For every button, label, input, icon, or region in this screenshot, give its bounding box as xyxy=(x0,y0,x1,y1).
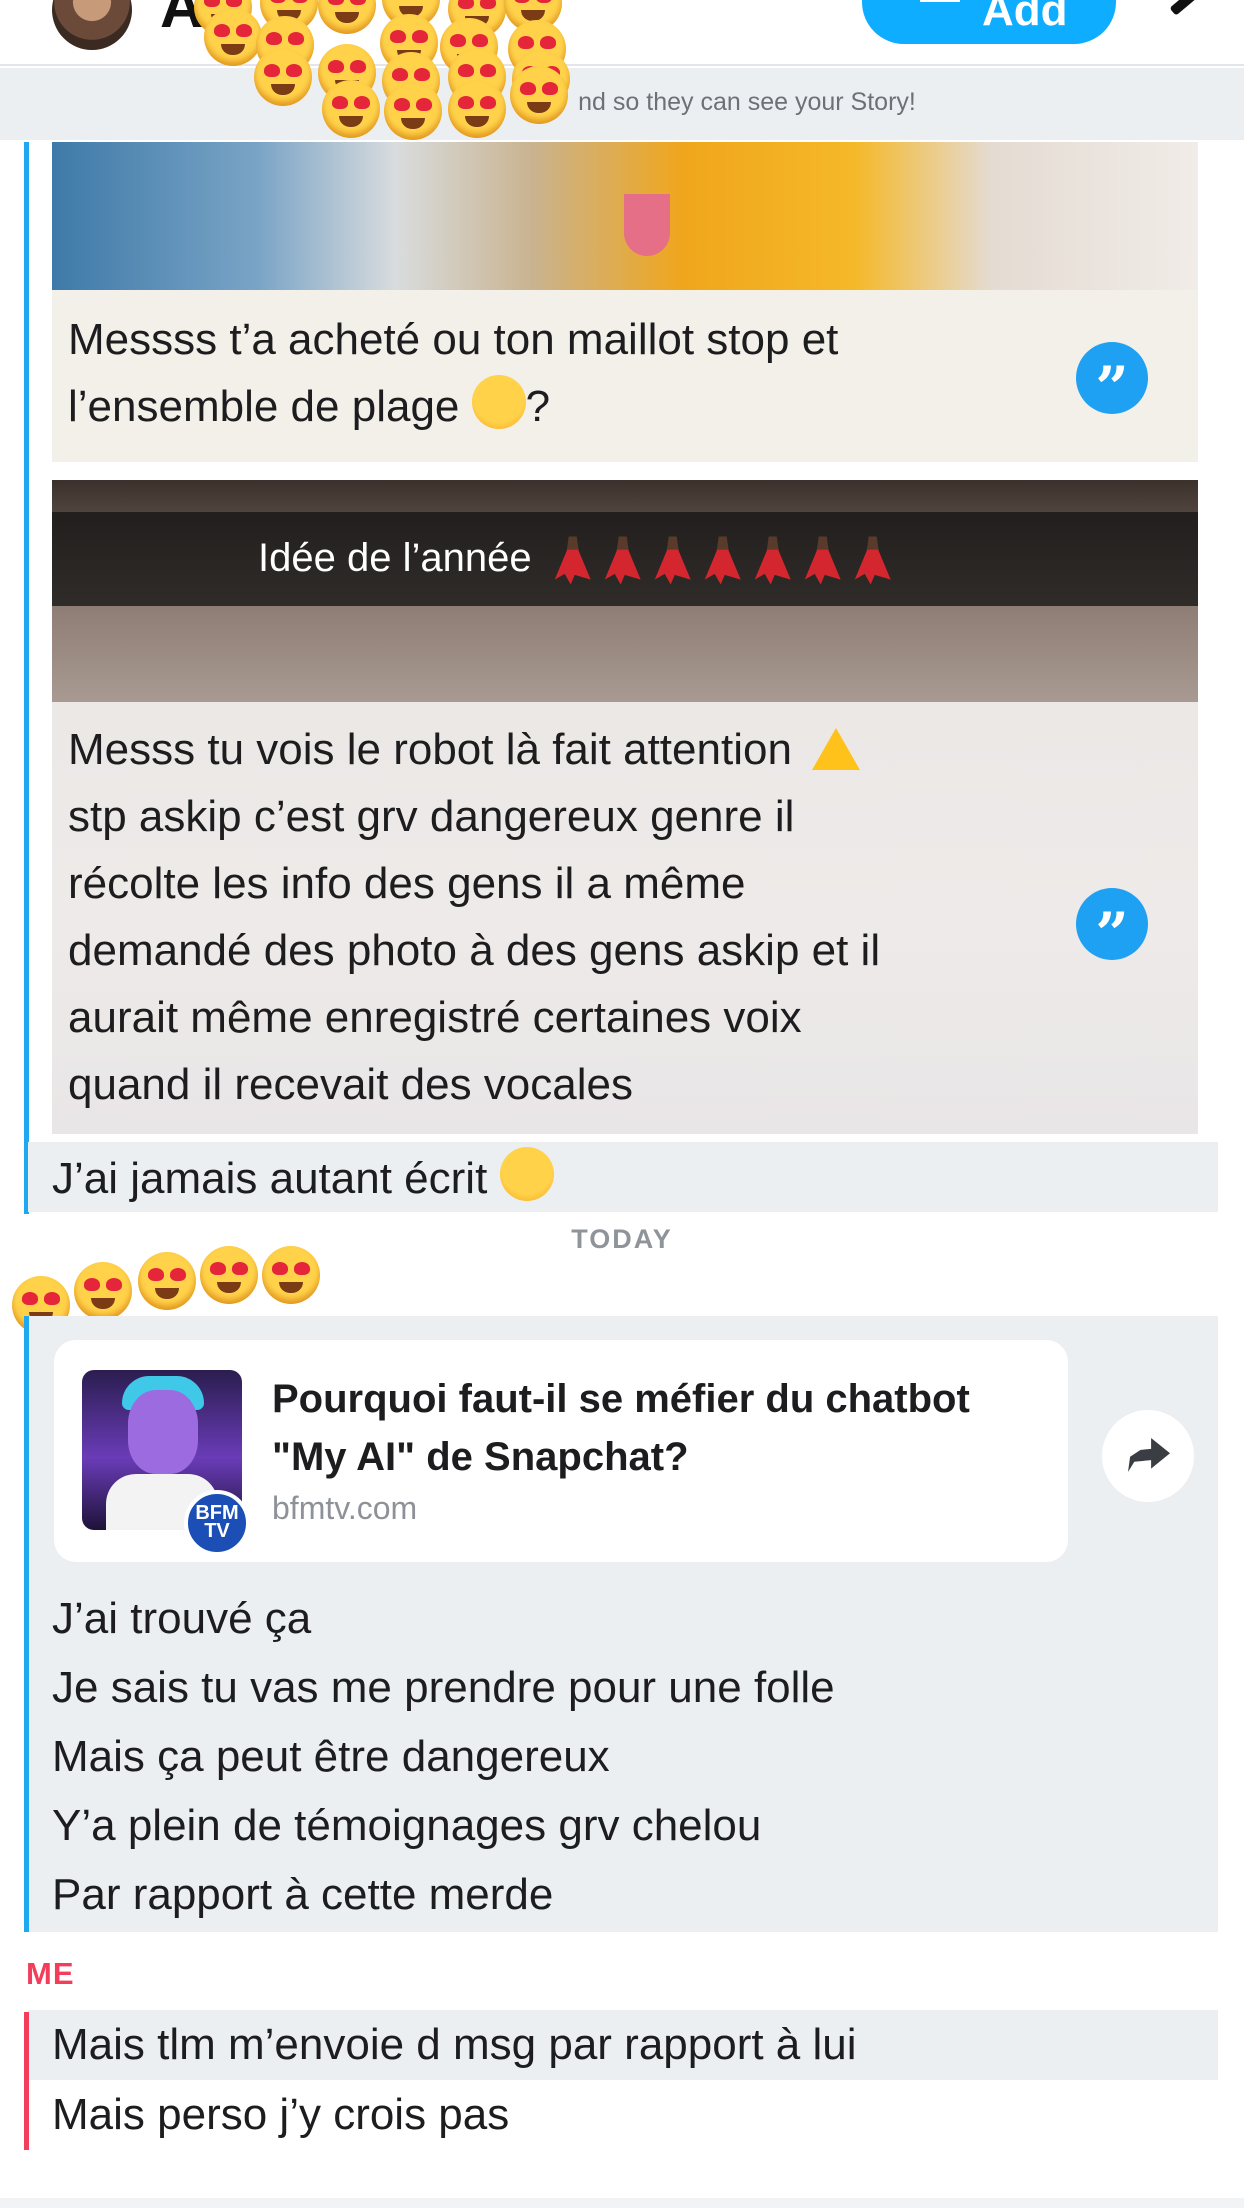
avatar[interactable] xyxy=(52,0,132,50)
me-message: Mais tlm m’envoie d msg par rapport à lu… xyxy=(52,2020,857,2069)
quote-reply-icon[interactable]: ” xyxy=(1076,342,1148,422)
heart-eyes-emoji xyxy=(200,1246,258,1304)
edit-icon[interactable] xyxy=(1169,0,1207,16)
friend-sender-bar xyxy=(24,142,29,1214)
pleading-face-emoji xyxy=(471,375,526,429)
add-friend-icon xyxy=(920,0,960,2)
story-reply-1-line-1: Messss t’a acheté ou ton maillot stop et xyxy=(68,315,839,364)
dancer-emoji xyxy=(804,536,841,585)
quote-reply-icon[interactable]: ” xyxy=(1076,888,1148,968)
story-reply-1-line-2: l’ensemble de plage xyxy=(68,382,460,431)
bottom-edge xyxy=(0,2198,1244,2208)
story-reply-1-text: Messss t’a acheté ou ton maillot stop et… xyxy=(68,306,1068,440)
friend-message: Je sais tu vas me prendre pour une folle xyxy=(52,1663,835,1712)
story-reply-2-line-1-wrap: Messs tu vois le robot là fait attention xyxy=(68,716,1068,783)
friend-sender-bar xyxy=(24,1316,29,1932)
heart-eyes-emoji xyxy=(204,8,262,66)
bfm-badge: BFM TV xyxy=(184,1490,250,1556)
dancer-emoji xyxy=(654,536,691,585)
link-domain: bfmtv.com xyxy=(272,1490,418,1526)
link-title: Pourquoi faut-il se méfier du chatbot "M… xyxy=(272,1370,1032,1486)
heart-eyes-emoji xyxy=(510,66,568,124)
story-reply-2-line-5: aurait même enregistré certaines voix xyxy=(68,993,802,1042)
story-caption-text: Idée de l’année xyxy=(258,536,532,580)
story-reply-2-line-6: quand il recevait des vocales xyxy=(68,1060,633,1109)
heart-eyes-emoji xyxy=(262,1246,320,1304)
story-thumbnail[interactable] xyxy=(52,142,1198,290)
me-message: Mais perso j’y crois pas xyxy=(52,2090,510,2139)
story-reply-2-line-3: récolte les info des gens il a même xyxy=(68,859,746,908)
friend-message: J’ai trouvé ça xyxy=(52,1594,312,1643)
story-reply-2[interactable]: Messs tu vois le robot là fait attention… xyxy=(52,702,1198,1134)
dancer-emoji xyxy=(854,536,891,585)
friend-message: Par rapport à cette merde xyxy=(52,1870,554,1919)
dancer-emoji xyxy=(604,536,641,585)
heart-eyes-emoji xyxy=(138,1252,196,1310)
day-separator: TODAY xyxy=(571,1224,673,1254)
story-photo-detail xyxy=(624,194,670,256)
friend-message-1-text: J’ai jamais autant écrit xyxy=(52,1154,488,1203)
story-reply-1[interactable]: Messss t’a acheté ou ton maillot stop et… xyxy=(52,290,1198,462)
story-thumbnail-2[interactable]: Idée de l’année xyxy=(52,480,1198,702)
warning-icon xyxy=(812,728,861,770)
dancer-emoji xyxy=(754,536,791,585)
story-reply-2-line-1: Messs tu vois le robot là fait attention xyxy=(68,725,792,774)
link-title-line-2: "My AI" de Snapchat? xyxy=(272,1435,689,1479)
friend-message: Y’a plein de témoignages grv chelou xyxy=(52,1801,762,1850)
thumbnail-head xyxy=(128,1390,198,1474)
me-sender-bar xyxy=(24,2012,29,2150)
add-friend-button[interactable]: Add xyxy=(862,0,1116,44)
share-icon[interactable] xyxy=(1102,1410,1194,1502)
story-reply-1-suffix: ? xyxy=(525,382,551,431)
heart-eyes-emoji xyxy=(448,80,506,138)
story-reply-1-line-2-wrap: l’ensemble de plage ? xyxy=(68,373,1068,440)
dancer-emoji xyxy=(554,536,591,585)
story-reply-2-line-2: stp askip c’est grv dangereux genre il xyxy=(68,792,795,841)
heart-eyes-emoji xyxy=(322,80,380,138)
add-friend-notice[interactable]: nd so they can see your Story! xyxy=(0,68,1244,140)
friend-message: Mais ça peut être dangereux xyxy=(52,1732,610,1781)
chat-header: A Add xyxy=(0,0,1244,66)
heart-eyes-emoji xyxy=(254,48,312,106)
heart-eyes-emoji xyxy=(74,1262,132,1320)
me-sender-label: ME xyxy=(26,1956,75,1991)
story-reply-2-line-4: demandé des photo à des gens askip et il xyxy=(68,926,881,975)
dancer-emoji xyxy=(704,536,741,585)
story-caption: Idée de l’année xyxy=(52,512,1198,606)
add-button-label: Add xyxy=(982,0,1068,35)
link-preview-card[interactable]: BFM TV Pourquoi faut-il se méfier du cha… xyxy=(54,1340,1068,1562)
heart-eyes-emoji xyxy=(384,82,442,140)
laughing-emoji xyxy=(499,1147,554,1201)
story-reply-2-text: Messs tu vois le robot là fait attention… xyxy=(68,716,1068,1118)
link-title-line-1: Pourquoi faut-il se méfier du chatbot xyxy=(272,1377,970,1421)
friend-message-1: J’ai jamais autant écrit xyxy=(52,1144,554,1213)
